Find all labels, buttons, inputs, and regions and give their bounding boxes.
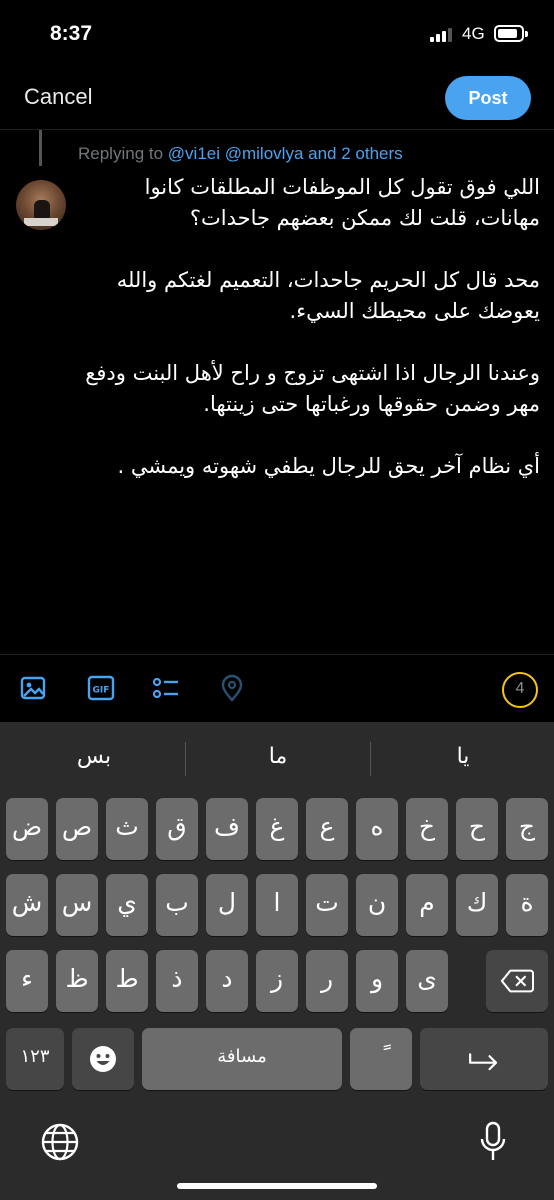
key[interactable]: ت — [306, 874, 348, 936]
home-indicator[interactable] — [177, 1183, 377, 1189]
key[interactable]: د — [206, 950, 248, 1012]
image-icon[interactable] — [18, 673, 48, 703]
tweet-paragraph: محد قال كل الحريم جاحدات، التعميم لغتكم … — [116, 268, 540, 323]
thread-line — [39, 130, 42, 166]
key[interactable]: م — [406, 874, 448, 936]
emoji-icon — [90, 1046, 116, 1072]
compose-header: Cancel Post — [0, 70, 554, 130]
post-button[interactable]: Post — [445, 76, 531, 120]
microphone-icon[interactable] — [478, 1120, 508, 1164]
gif-icon[interactable]: GIF — [86, 673, 116, 703]
key[interactable]: ء — [6, 950, 48, 1012]
key[interactable]: ح — [456, 798, 498, 860]
key[interactable]: غ — [256, 798, 298, 860]
tweet-text-area[interactable]: اللي فوق تقول كل الموظفات المطلقات كانوا… — [80, 172, 540, 513]
key[interactable]: ى — [406, 950, 448, 1012]
suggestion-bar: بس ما يا — [0, 722, 554, 798]
svg-text:GIF: GIF — [93, 686, 110, 696]
suggestion[interactable]: ما — [186, 744, 370, 769]
backspace-icon — [500, 969, 535, 993]
globe-icon[interactable] — [40, 1122, 80, 1162]
avatar[interactable] — [16, 180, 66, 230]
key[interactable]: ب — [156, 874, 198, 936]
suggestion[interactable]: بس — [2, 744, 186, 769]
replying-to: Replying to @vi1ei @milovlya and 2 other… — [78, 144, 403, 164]
return-icon — [469, 1053, 498, 1071]
tweet-paragraph: أي نظام آخر يحق للرجال يطفي شهوته ويمشي … — [117, 454, 540, 478]
key[interactable]: ي — [106, 874, 148, 936]
key[interactable]: ف — [206, 798, 248, 860]
suggestion[interactable]: يا — [371, 744, 554, 769]
compose-toolbar: GIF — [0, 654, 554, 722]
key[interactable]: و — [356, 950, 398, 1012]
key[interactable]: ص — [56, 798, 98, 860]
space-key[interactable]: مسافة — [142, 1028, 342, 1090]
replying-handles[interactable]: @vi1ei @milovlya and 2 others — [168, 144, 403, 163]
key[interactable]: خ — [406, 798, 448, 860]
key[interactable]: ش — [6, 874, 48, 936]
poll-icon[interactable] — [150, 673, 180, 703]
tanween-key[interactable]: ً — [350, 1028, 412, 1090]
key[interactable]: ة — [506, 874, 548, 936]
key[interactable]: ث — [106, 798, 148, 860]
key[interactable]: ذ — [156, 950, 198, 1012]
tweet-paragraph: وعندنا الرجال اذا اشتهى تزوج و راح لأهل … — [85, 361, 540, 416]
key[interactable]: ه — [356, 798, 398, 860]
key[interactable]: ض — [6, 798, 48, 860]
signal-icon — [430, 28, 456, 42]
battery-icon — [494, 25, 528, 42]
emoji-key[interactable] — [72, 1028, 134, 1090]
key[interactable]: س — [56, 874, 98, 936]
key[interactable]: ظ — [56, 950, 98, 1012]
keyboard: بس ما يا ض ص ث ق ف غ ع ه خ ح ج ش س ي ب ل… — [0, 722, 554, 1200]
replying-prefix: Replying to — [78, 144, 164, 163]
cancel-button[interactable]: Cancel — [24, 84, 92, 110]
backspace-key[interactable] — [486, 950, 548, 1012]
character-counter: 4 — [502, 672, 538, 708]
tweet-paragraph: اللي فوق تقول كل الموظفات المطلقات كانوا… — [144, 175, 540, 230]
network-type: 4G — [462, 24, 485, 43]
key[interactable]: ك — [456, 874, 498, 936]
key[interactable]: ع — [306, 798, 348, 860]
key[interactable]: ر — [306, 950, 348, 1012]
key[interactable]: ق — [156, 798, 198, 860]
key[interactable]: ا — [256, 874, 298, 936]
key[interactable]: ط — [106, 950, 148, 1012]
return-key[interactable] — [420, 1028, 548, 1090]
status-time: 8:37 — [50, 22, 93, 45]
key[interactable]: ل — [206, 874, 248, 936]
key[interactable]: ج — [506, 798, 548, 860]
key[interactable]: ز — [256, 950, 298, 1012]
status-bar: 8:37 4G — [0, 0, 554, 70]
numbers-key[interactable]: ١٢٣ — [6, 1028, 64, 1090]
key[interactable]: ن — [356, 874, 398, 936]
location-icon[interactable] — [217, 673, 247, 703]
